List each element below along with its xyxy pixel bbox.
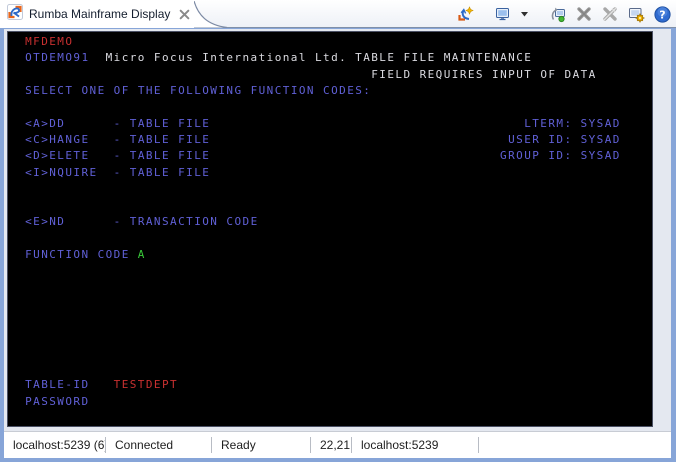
new-display-session-icon[interactable] — [456, 4, 474, 24]
status-connection-state: Connected — [106, 432, 211, 458]
dropdown-arrow-icon[interactable] — [520, 4, 529, 24]
terminal-row: <E>ND - TRANSACTION CODE — [9, 214, 651, 230]
terminal-text-segment: Micro Focus International Ltd. — [106, 50, 348, 66]
terminal-text-segment: PASSWORD — [25, 394, 89, 410]
terminal-text-segment: USER ID: SYSAD — [508, 132, 621, 148]
terminal-text-segment: LTERM: SYSAD — [524, 116, 621, 132]
terminal-text-segment: A — [138, 247, 146, 263]
tab-rumba-mainframe-display[interactable]: Rumba Mainframe Display — [0, 0, 194, 28]
close-icon[interactable] — [176, 7, 192, 23]
terminal-row: FIELD REQUIRES INPUT OF DATA — [9, 67, 651, 83]
terminal-row: MFDEMO — [9, 34, 651, 50]
session-configuration-icon[interactable] — [627, 4, 645, 24]
terminal-text-segment: GROUP ID: SYSAD — [500, 148, 621, 164]
terminal-text-segment: FIELD REQUIRES INPUT OF DATA — [371, 67, 596, 83]
view-header: Rumba Mainframe Display — [0, 0, 676, 28]
rumba-mainframe-view: Rumba Mainframe Display — [0, 0, 676, 462]
terminal-text-segment: <I>NQUIRE - TABLE FILE — [25, 165, 210, 181]
terminal-text-segment: MFDEMO — [25, 34, 73, 50]
disconnect-all-icon[interactable] — [601, 4, 619, 24]
terminal-text-segment: SELECT ONE OF THE FOLLOWING FUNCTION COD… — [25, 83, 371, 99]
terminal-row: <D>ELETE - TABLE FILE GROUP ID: SYSAD — [9, 148, 651, 164]
terminal-text-segment: TABLE FILE MAINTENANCE — [355, 50, 532, 66]
terminal-row: SELECT ONE OF THE FOLLOWING FUNCTION COD… — [9, 83, 651, 99]
status-empty — [479, 432, 671, 458]
terminal-text-segment: TESTDEPT — [114, 377, 178, 393]
rumba-logo-icon — [7, 4, 23, 25]
terminal-text-segment: <A>DD - TABLE FILE — [25, 116, 210, 132]
terminal-text-segment: TABLE-ID — [25, 377, 89, 393]
terminal-row: FUNCTION CODE A — [9, 247, 651, 263]
terminal-screen[interactable]: MFDEMOOTDEMO91 Micro Focus International … — [7, 31, 653, 427]
terminal-text-segment: OTDEMO91 — [25, 50, 89, 66]
terminal-row: OTDEMO91 Micro Focus International Ltd. TA… — [9, 50, 651, 66]
terminal-row: TABLE-ID TESTDEPT — [9, 377, 651, 393]
status-bar: localhost:5239 (6)ConnectedReady22,21loc… — [4, 431, 671, 458]
view-body: MFDEMOOTDEMO91 Micro Focus International … — [4, 29, 671, 458]
svg-text:?: ? — [659, 8, 665, 21]
status-ready-state: Ready — [212, 432, 310, 458]
help-icon[interactable]: ? — [653, 4, 671, 24]
terminal-row: <C>HANGE - TABLE FILE USER ID: SYSAD — [9, 132, 651, 148]
status-host: localhost:5239 — [352, 432, 478, 458]
display-icon[interactable] — [494, 4, 512, 24]
terminal-text-segment: <C>HANGE - TABLE FILE — [25, 132, 210, 148]
terminal-row: PASSWORD — [9, 394, 651, 410]
terminal-text-segment: FUNCTION CODE — [25, 247, 130, 263]
status-cursor-position: 22,21 — [311, 432, 351, 458]
disconnect-icon[interactable] — [575, 4, 593, 24]
tab-title: Rumba Mainframe Display — [29, 7, 170, 22]
connect-icon[interactable] — [549, 4, 567, 24]
status-session: localhost:5239 (6) — [4, 432, 105, 458]
terminal-text-segment: <D>ELETE - TABLE FILE — [25, 148, 210, 164]
view-toolbar: ? — [456, 2, 671, 26]
terminal-text-segment: <E>ND - TRANSACTION CODE — [25, 214, 259, 230]
terminal-row: <A>DD - TABLE FILE LTERM: SYSAD — [9, 116, 651, 132]
terminal-row: <I>NQUIRE - TABLE FILE — [9, 165, 651, 181]
